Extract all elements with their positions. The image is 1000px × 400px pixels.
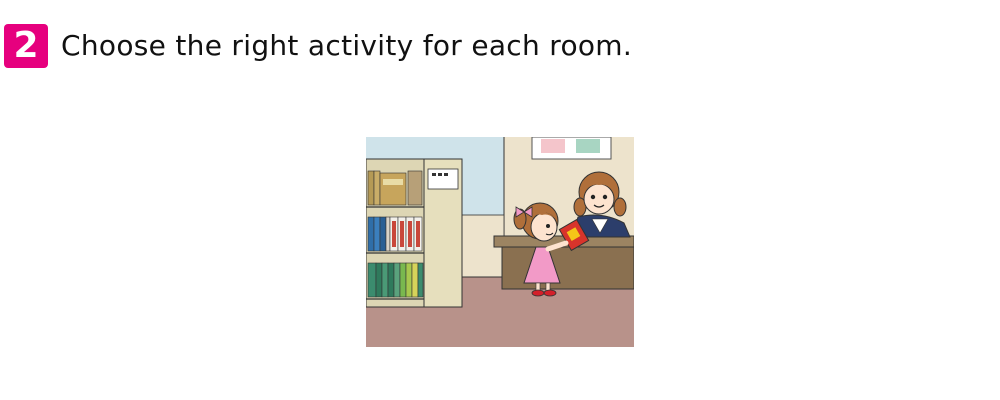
bookshelf <box>366 158 463 308</box>
library-illustration <box>366 137 634 347</box>
question-number-badge: 2 <box>4 24 48 68</box>
wall-poster <box>531 137 612 160</box>
question-instruction: Choose the right activity for each room. <box>61 29 633 62</box>
